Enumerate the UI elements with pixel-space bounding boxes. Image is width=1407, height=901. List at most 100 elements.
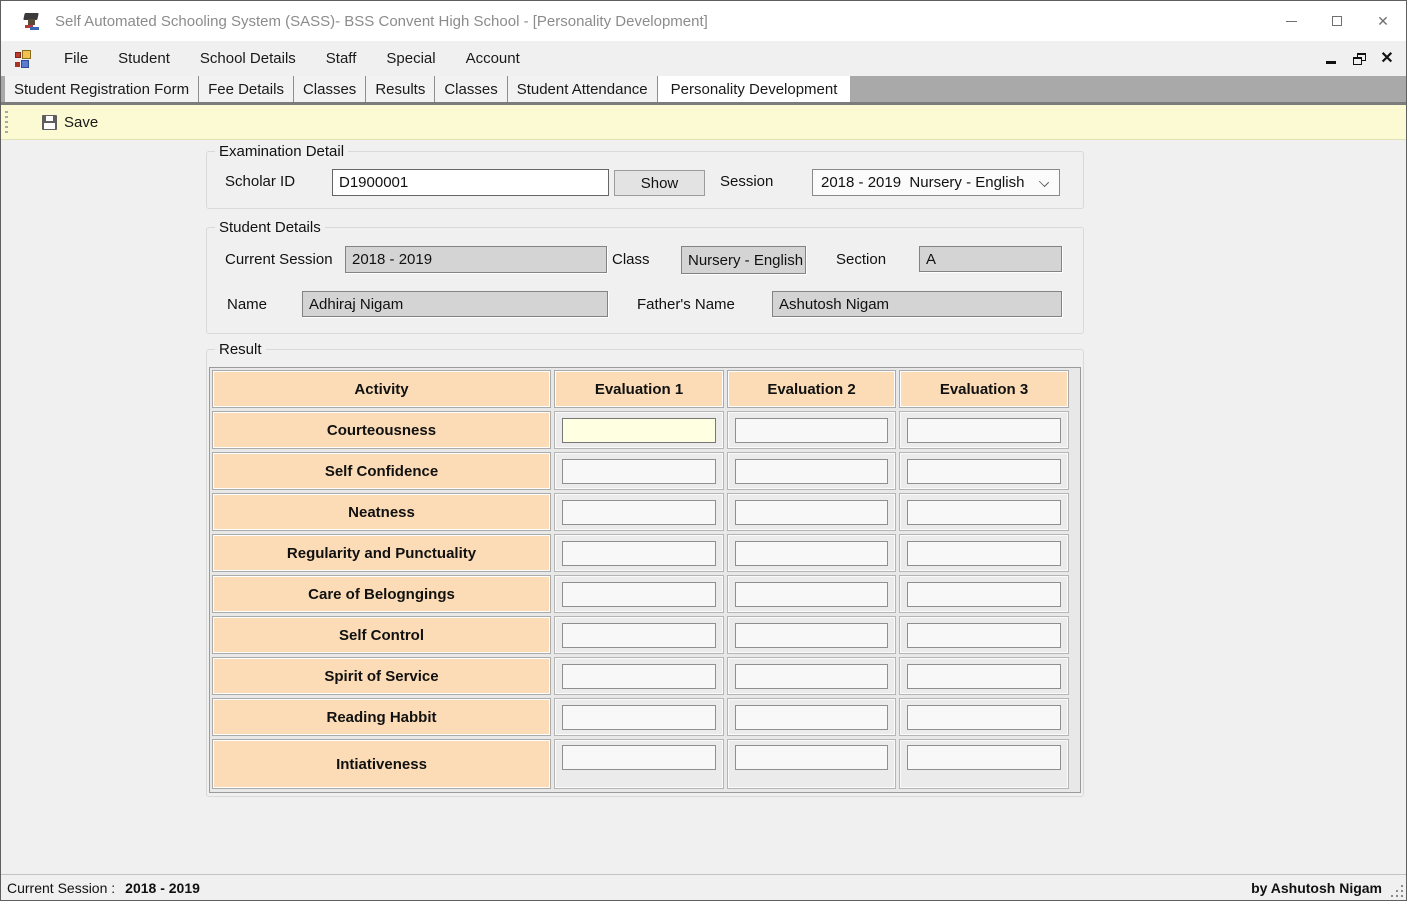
toolstrip-grip[interactable]	[5, 111, 8, 133]
activity-cell-care-of-belogngings: Care of Belogngings	[212, 575, 551, 613]
evaluation-input-care-of-belogngings-1[interactable]	[562, 582, 716, 607]
minimize-button[interactable]	[1268, 1, 1314, 41]
name-label: Name	[227, 296, 267, 313]
scholar-id-input[interactable]	[332, 169, 609, 196]
tab-results[interactable]: Results	[366, 76, 435, 102]
result-cell	[727, 534, 896, 572]
result-cell	[727, 616, 896, 654]
evaluation-input-regularity-and-punctuality-1[interactable]	[562, 541, 716, 566]
result-cell	[899, 411, 1069, 449]
evaluation-input-spirit-of-service-3[interactable]	[907, 664, 1061, 689]
result-legend: Result	[215, 341, 266, 358]
tab-fee-details[interactable]: Fee Details	[199, 76, 294, 102]
tab-classes[interactable]: Classes	[294, 76, 366, 102]
current-session-field: 2018 - 2019	[345, 246, 607, 273]
save-icon	[42, 115, 57, 130]
evaluation-input-self-confidence-2[interactable]	[735, 459, 888, 484]
result-cell	[727, 493, 896, 531]
activity-cell-spirit-of-service: Spirit of Service	[212, 657, 551, 695]
result-cell	[554, 575, 724, 613]
result-table: ActivityEvaluation 1Evaluation 2Evaluati…	[209, 367, 1081, 793]
result-cell	[727, 452, 896, 490]
tool-strip: Save	[1, 105, 1406, 140]
window-title: Self Automated Schooling System (SASS)- …	[55, 13, 708, 30]
student-details-group: Student Details Current Session 2018 - 2…	[206, 227, 1084, 334]
evaluation-input-self-control-3[interactable]	[907, 623, 1061, 648]
evaluation-input-courteousness-2[interactable]	[735, 418, 888, 443]
activity-cell-reading-habbit: Reading Habbit	[212, 698, 551, 736]
result-header-evaluation-1: Evaluation 1	[554, 370, 724, 408]
menu-item-special[interactable]: Special	[371, 41, 450, 76]
menu-item-student[interactable]: Student	[103, 41, 185, 76]
session-dropdown-value: 2018 - 2019 Nursery - English	[821, 174, 1024, 191]
title-bar: Self Automated Schooling System (SASS)- …	[1, 1, 1406, 41]
result-cell	[899, 698, 1069, 736]
evaluation-input-care-of-belogngings-2[interactable]	[735, 582, 888, 607]
result-cell	[554, 657, 724, 695]
evaluation-input-intiativeness-2[interactable]	[735, 745, 888, 770]
evaluation-input-reading-habbit-2[interactable]	[735, 705, 888, 730]
mdi-minimize-button[interactable]	[1320, 48, 1342, 70]
activity-cell-self-control: Self Control	[212, 616, 551, 654]
result-cell	[554, 452, 724, 490]
evaluation-input-courteousness-3[interactable]	[907, 418, 1061, 443]
result-header-activity: Activity	[212, 370, 551, 408]
result-cell	[727, 698, 896, 736]
evaluation-input-neatness-3[interactable]	[907, 500, 1061, 525]
evaluation-input-spirit-of-service-1[interactable]	[562, 664, 716, 689]
examination-detail-legend: Examination Detail	[215, 143, 348, 160]
app-window: Self Automated Schooling System (SASS)- …	[0, 0, 1407, 901]
status-bar: Current Session : 2018 - 2019 by Ashutos…	[1, 874, 1406, 900]
menu-item-staff[interactable]: Staff	[311, 41, 372, 76]
student-details-legend: Student Details	[215, 219, 325, 236]
close-button[interactable]: ✕	[1360, 1, 1406, 41]
tab-student-attendance[interactable]: Student Attendance	[508, 76, 658, 102]
evaluation-input-self-confidence-3[interactable]	[907, 459, 1061, 484]
evaluation-input-reading-habbit-3[interactable]	[907, 705, 1061, 730]
section-field: A	[919, 246, 1062, 272]
evaluation-input-self-confidence-1[interactable]	[562, 459, 716, 484]
result-cell	[899, 616, 1069, 654]
result-cell	[554, 411, 724, 449]
tab-classes-2[interactable]: Classes	[435, 76, 507, 102]
tab-student-registration-form[interactable]: Student Registration Form	[5, 76, 199, 102]
activity-cell-regularity-and-punctuality: Regularity and Punctuality	[212, 534, 551, 572]
resize-grip-icon[interactable]	[1391, 885, 1403, 897]
status-session-value: 2018 - 2019	[125, 880, 200, 896]
result-cell	[727, 739, 896, 789]
evaluation-input-care-of-belogngings-3[interactable]	[907, 582, 1061, 607]
evaluation-input-intiativeness-1[interactable]	[562, 745, 716, 770]
name-field: Adhiraj Nigam	[302, 291, 608, 317]
save-button-label: Save	[64, 114, 98, 131]
evaluation-input-courteousness-1[interactable]	[562, 418, 716, 443]
activity-cell-neatness: Neatness	[212, 493, 551, 531]
evaluation-input-self-control-2[interactable]	[735, 623, 888, 648]
result-cell	[899, 739, 1069, 789]
evaluation-input-neatness-1[interactable]	[562, 500, 716, 525]
chevron-down-icon	[1039, 177, 1049, 187]
menu-item-school-details[interactable]: School Details	[185, 41, 311, 76]
evaluation-input-regularity-and-punctuality-2[interactable]	[735, 541, 888, 566]
evaluation-input-spirit-of-service-2[interactable]	[735, 664, 888, 689]
menu-item-account[interactable]: Account	[451, 41, 535, 76]
menu-item-file[interactable]: File	[49, 41, 103, 76]
result-cell	[554, 493, 724, 531]
mdi-close-button[interactable]: ✕	[1376, 48, 1398, 70]
evaluation-input-intiativeness-3[interactable]	[907, 745, 1061, 770]
mdi-restore-button[interactable]	[1348, 48, 1370, 70]
evaluation-input-regularity-and-punctuality-3[interactable]	[907, 541, 1061, 566]
app-icon	[22, 11, 42, 31]
evaluation-input-neatness-2[interactable]	[735, 500, 888, 525]
result-cell	[554, 698, 724, 736]
maximize-button[interactable]	[1314, 1, 1360, 41]
tab-personality-development[interactable]: Personality Development	[658, 76, 851, 102]
evaluation-input-reading-habbit-1[interactable]	[562, 705, 716, 730]
status-session-label: Current Session :	[7, 880, 115, 896]
result-cell	[727, 575, 896, 613]
evaluation-input-self-control-1[interactable]	[562, 623, 716, 648]
father-name-field: Ashutosh Nigam	[772, 291, 1062, 317]
result-cell	[727, 657, 896, 695]
session-dropdown[interactable]: 2018 - 2019 Nursery - English	[812, 169, 1060, 196]
show-button[interactable]: Show	[614, 170, 705, 196]
save-button[interactable]: Save	[36, 111, 104, 134]
